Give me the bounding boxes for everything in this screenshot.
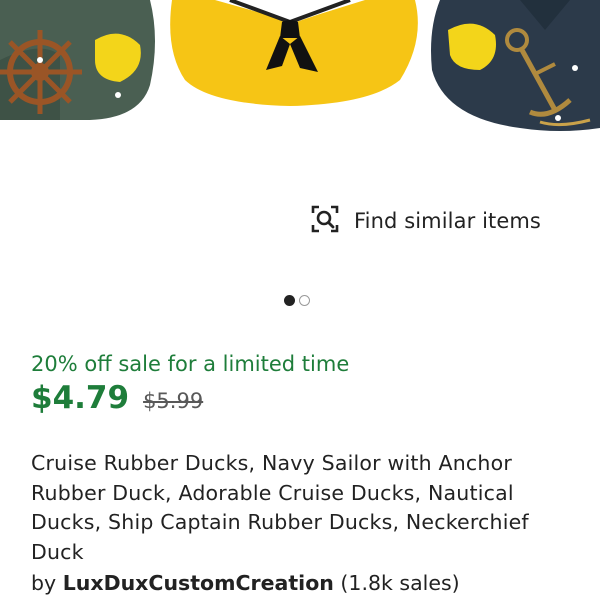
sale-banner: 20% off sale for a limited time	[31, 352, 350, 376]
carousel-dot[interactable]	[299, 295, 310, 306]
duck-sailor-image	[170, 0, 418, 106]
carousel-indicator	[284, 295, 310, 306]
sales-count: (1.8k sales)	[340, 571, 460, 595]
product-image	[0, 0, 600, 131]
price-row: $4.79 $5.99	[31, 380, 203, 416]
product-image-gallery[interactable]	[0, 0, 600, 140]
duck-anchor-image	[431, 0, 600, 131]
carousel-dot-active[interactable]	[284, 295, 295, 306]
listing-title: Cruise Rubber Ducks, Navy Sailor with An…	[31, 451, 529, 564]
seller-prefix: by	[31, 571, 57, 595]
sale-price: $4.79	[31, 380, 130, 416]
find-similar-button[interactable]: Find similar items	[310, 204, 541, 238]
visual-search-icon	[310, 204, 340, 238]
shop-name-link[interactable]: LuxDuxCustomCreation	[63, 571, 334, 595]
seller-line: by LuxDuxCustomCreation (1.8k sales)	[31, 571, 460, 595]
find-similar-label: Find similar items	[354, 209, 541, 233]
original-price: $5.99	[143, 389, 204, 413]
duck-ship-wheel-image	[0, 0, 155, 120]
